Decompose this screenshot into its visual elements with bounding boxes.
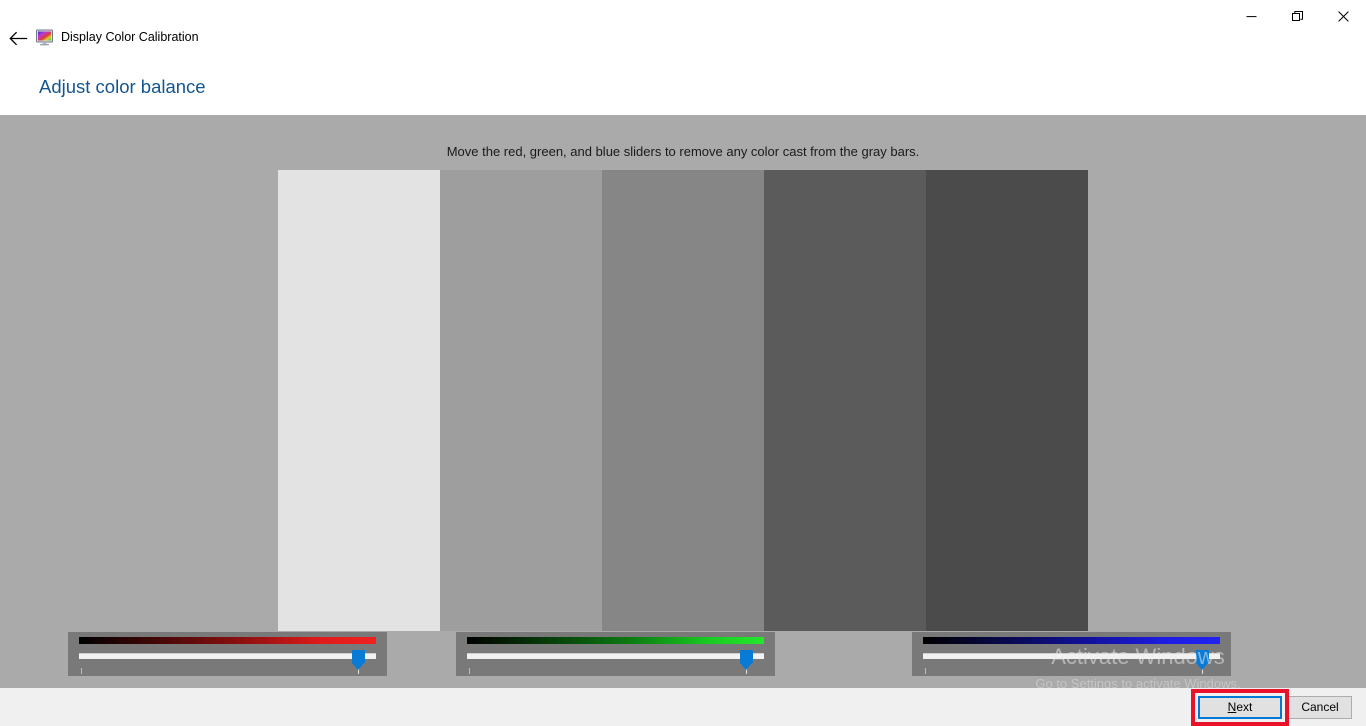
- red-gradient-preview: [79, 637, 376, 644]
- restore-button[interactable]: [1274, 0, 1320, 32]
- close-button[interactable]: [1320, 0, 1366, 32]
- back-arrow-icon: [8, 31, 27, 45]
- green-slider-tick-min: [469, 668, 470, 674]
- blue-slider-tick-min: [925, 668, 926, 674]
- red-slider-tick-min: [81, 668, 82, 674]
- instruction-text: Move the red, green, and blue sliders to…: [446, 144, 920, 159]
- display-color-calibration-window: Display Color Calibration Adjust color b…: [0, 0, 1366, 726]
- green-gradient-preview: [467, 637, 764, 644]
- calibration-stage: Move the red, green, and blue sliders to…: [0, 115, 1366, 691]
- command-bar: [0, 688, 1366, 726]
- gray-bar-5: [926, 170, 1088, 631]
- red-slider-panel: [68, 632, 387, 676]
- cancel-button[interactable]: Cancel: [1288, 696, 1352, 719]
- red-slider-track[interactable]: [79, 653, 376, 659]
- green-slider-thumb[interactable]: [739, 650, 753, 670]
- green-slider[interactable]: [467, 650, 764, 674]
- next-button[interactable]: Next: [1198, 696, 1282, 719]
- window-controls: [1228, 0, 1366, 32]
- window-title: Display Color Calibration: [61, 30, 199, 44]
- restore-icon: [1291, 10, 1303, 21]
- minimize-button[interactable]: [1228, 0, 1274, 32]
- blue-slider[interactable]: [923, 650, 1220, 674]
- green-slider-track[interactable]: [467, 653, 764, 659]
- blue-gradient-preview: [923, 637, 1220, 644]
- title-bar: Display Color Calibration: [0, 0, 1366, 62]
- red-slider-thumb[interactable]: [351, 650, 365, 670]
- gray-bar-3: [602, 170, 764, 631]
- gray-bar-1: [278, 170, 440, 631]
- next-button-label: ext: [1236, 700, 1253, 714]
- gray-bars-strip: [278, 170, 1088, 631]
- gray-bar-4: [764, 170, 926, 631]
- blue-slider-panel: [912, 632, 1231, 676]
- close-icon: [1337, 10, 1349, 22]
- page-title: Adjust color balance: [39, 76, 206, 97]
- gray-bar-2: [440, 170, 602, 631]
- red-slider[interactable]: [79, 650, 376, 674]
- minimize-icon: [1246, 15, 1256, 17]
- blue-slider-thumb[interactable]: [1195, 650, 1209, 670]
- back-button[interactable]: [4, 24, 32, 52]
- monitor-color-icon: [36, 29, 53, 46]
- green-slider-panel: [456, 632, 775, 676]
- blue-slider-track[interactable]: [923, 653, 1220, 659]
